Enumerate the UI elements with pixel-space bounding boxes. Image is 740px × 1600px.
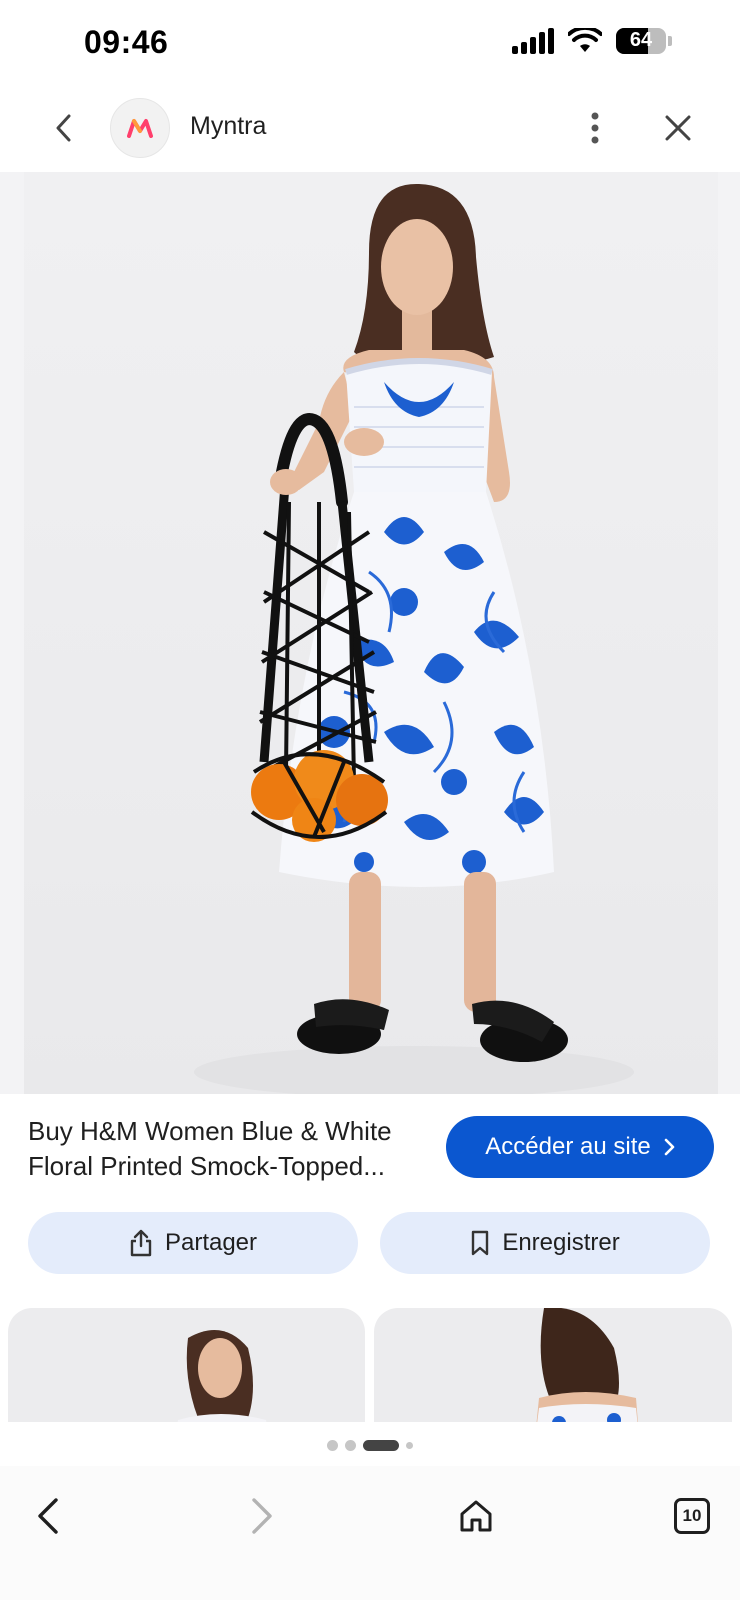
nav-forward-button[interactable] xyxy=(234,1488,290,1544)
model-illustration xyxy=(194,183,634,1094)
arrow-back-icon xyxy=(38,1498,58,1534)
share-icon xyxy=(130,1229,152,1257)
related-image-1[interactable] xyxy=(8,1308,365,1422)
save-button[interactable]: Enregistrer xyxy=(380,1212,710,1274)
page-dot xyxy=(327,1439,338,1451)
chevron-right-icon xyxy=(664,1138,675,1156)
site-name[interactable]: Myntra xyxy=(190,112,266,141)
more-vertical-icon xyxy=(591,112,599,144)
home-button[interactable] xyxy=(448,1488,504,1544)
tabs-count: 10 xyxy=(674,1498,710,1534)
tabs-button[interactable]: 10 xyxy=(664,1488,720,1544)
product-title-line-1: Buy H&M Women Blue & White xyxy=(28,1116,392,1146)
myntra-logo-icon xyxy=(127,119,153,138)
action-row: Partager Enregistrer xyxy=(28,1212,710,1274)
arrow-forward-icon xyxy=(252,1498,272,1534)
nav-back-button[interactable] xyxy=(20,1488,76,1544)
status-time: 09:46 xyxy=(84,24,169,60)
visit-site-button[interactable]: Accéder au site xyxy=(446,1116,714,1178)
related-image-2-photo xyxy=(536,1308,638,1422)
product-title[interactable]: Buy H&M Women Blue & White Floral Printe… xyxy=(28,1114,428,1184)
page-dot xyxy=(406,1441,413,1449)
save-label: Enregistrer xyxy=(502,1229,620,1256)
browser-bottom-nav: 10 xyxy=(0,1466,740,1600)
battery-icon: 64 xyxy=(616,28,666,54)
share-label: Partager xyxy=(164,1229,258,1256)
product-title-line-2: Floral Printed Smock-Topped... xyxy=(28,1151,385,1181)
page-dot-active xyxy=(363,1439,399,1451)
battery-level: 64 xyxy=(629,29,653,51)
related-image-2[interactable] xyxy=(374,1308,732,1422)
back-button[interactable] xyxy=(44,108,84,148)
chevron-left-icon xyxy=(56,114,71,142)
viewer-header: Myntra xyxy=(0,88,740,172)
status-icons: 64 xyxy=(512,28,672,54)
status-bar: 09:46 64 xyxy=(0,0,740,88)
site-logo[interactable] xyxy=(110,98,170,158)
share-button[interactable]: Partager xyxy=(28,1212,358,1274)
related-images xyxy=(0,1308,740,1422)
battery-cap xyxy=(668,36,672,46)
visit-site-label: Accéder au site xyxy=(485,1133,651,1160)
page-dot xyxy=(345,1439,356,1451)
close-button[interactable] xyxy=(656,106,700,150)
product-photo xyxy=(24,172,718,1094)
page-indicator xyxy=(0,1438,740,1452)
close-icon xyxy=(665,115,691,141)
cellular-signal-icon xyxy=(512,28,554,54)
related-image-1-photo xyxy=(177,1330,267,1422)
more-options-button[interactable] xyxy=(575,106,615,150)
product-image[interactable] xyxy=(0,172,740,1094)
wifi-icon xyxy=(568,28,602,52)
home-icon xyxy=(460,1500,492,1532)
bookmark-icon xyxy=(472,1230,489,1256)
